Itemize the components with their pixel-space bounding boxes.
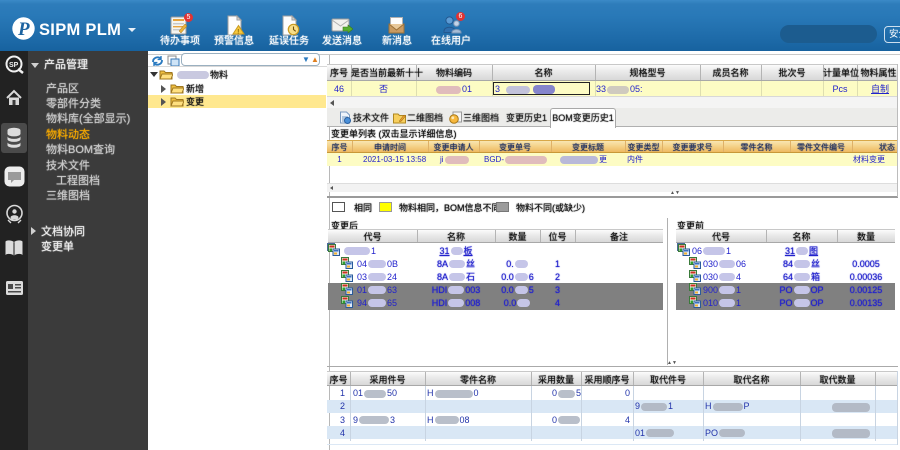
svg-text:!: !: [237, 30, 239, 36]
svg-text:SP: SP: [9, 62, 19, 69]
svg-text:P: P: [17, 19, 30, 40]
